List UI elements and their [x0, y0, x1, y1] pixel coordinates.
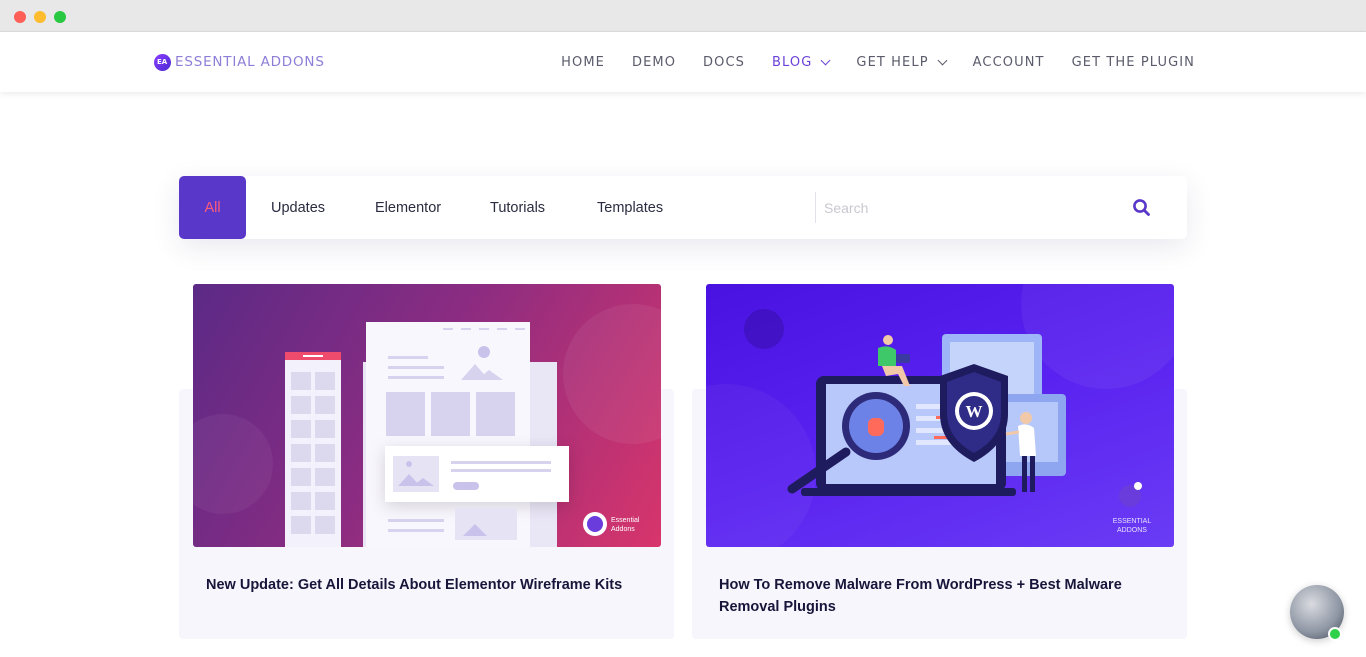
tab-all[interactable]: All: [179, 176, 246, 239]
nav-get-help[interactable]: GET HELP: [856, 54, 948, 70]
search-button[interactable]: [1129, 195, 1155, 221]
chevron-down-icon: [820, 55, 831, 65]
nav-home[interactable]: HOME: [561, 55, 605, 70]
maximize-window-button[interactable]: [54, 11, 66, 23]
post-title-link[interactable]: How To Remove Malware From WordPress + B…: [719, 574, 1149, 618]
search-icon: [1133, 199, 1150, 216]
window-titlebar: [0, 0, 1366, 32]
malware-illustration: W ESSENTIAL ADDONS: [706, 284, 1174, 547]
chevron-down-icon: [937, 55, 948, 65]
minimize-window-button[interactable]: [34, 11, 46, 23]
close-window-button[interactable]: [14, 11, 26, 23]
badge-line2: Addons: [611, 526, 635, 533]
nav-account[interactable]: ACCOUNT: [973, 55, 1045, 70]
svg-text:W: W: [966, 402, 983, 421]
nav-docs[interactable]: DOCS: [703, 55, 745, 70]
nav-demo[interactable]: DEMO: [632, 55, 676, 70]
post-thumbnail[interactable]: Essential Addons: [193, 284, 661, 547]
nav-blog[interactable]: BLOG: [772, 54, 831, 70]
nav-blog-label: BLOG: [772, 54, 813, 70]
tab-updates[interactable]: Updates: [271, 176, 325, 239]
blog-filter-bar: All Updates Elementor Tutorials Template…: [179, 176, 1187, 239]
search-input[interactable]: [824, 194, 1114, 222]
badge-line1: Essential: [611, 517, 640, 524]
wireframe-illustration: Essential Addons: [193, 304, 661, 547]
badge-line2: ADDONS: [1117, 527, 1147, 534]
post-thumbnail[interactable]: W ESSENTIAL ADDONS: [706, 284, 1174, 547]
logo-icon: [154, 53, 171, 71]
logo-text: ESSENTIAL ADDONS: [175, 54, 325, 70]
site-header: ESSENTIAL ADDONS HOME DEMO DOCS BLOG GET…: [0, 32, 1366, 92]
divider: [815, 192, 816, 223]
badge-line1: ESSENTIAL: [1113, 518, 1152, 525]
tab-elementor[interactable]: Elementor: [375, 176, 441, 239]
nav-get-help-label: GET HELP: [856, 54, 929, 70]
tab-tutorials[interactable]: Tutorials: [490, 176, 545, 239]
tab-templates[interactable]: Templates: [597, 176, 663, 239]
main-nav: HOME DEMO DOCS BLOG GET HELP ACCOUNT GET…: [534, 32, 1195, 92]
online-status-indicator: [1328, 627, 1342, 641]
nav-get-the-plugin[interactable]: GET THE PLUGIN: [1072, 55, 1195, 70]
site-logo[interactable]: ESSENTIAL ADDONS: [154, 53, 325, 71]
post-title-link[interactable]: New Update: Get All Details About Elemen…: [206, 574, 656, 596]
